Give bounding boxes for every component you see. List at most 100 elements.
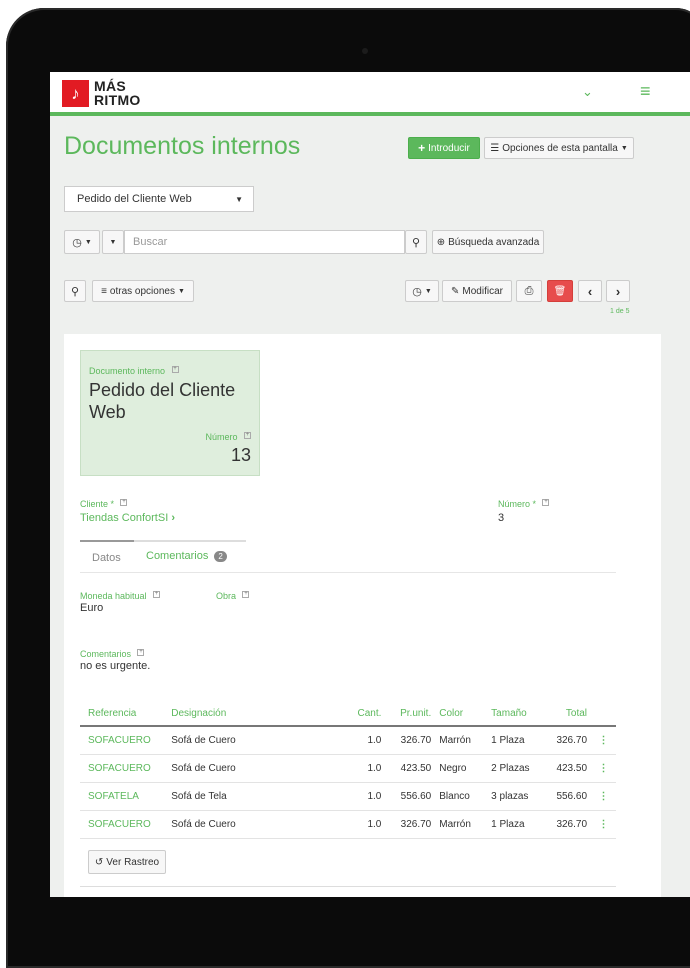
otras-opciones-button[interactable]: ≡ otras opciones ▼ (92, 280, 194, 302)
zoom-button[interactable]: ⚲ (64, 280, 86, 302)
filter-dropdown-button[interactable]: ▼ (102, 230, 124, 254)
expand-icon[interactable]: + (120, 499, 128, 507)
numero-label-row: Número * + (498, 494, 550, 512)
caret-down-icon: ▼ (620, 144, 628, 152)
search-input[interactable]: Buscar (124, 230, 405, 254)
cell-designacion: Sofá de Tela (167, 782, 344, 811)
tab-datos[interactable]: Datos (92, 552, 121, 564)
tabs-divider (80, 572, 616, 573)
cell-designacion: Sofá de Cuero (167, 726, 344, 755)
caret-down-icon: ▼ (109, 238, 117, 246)
history-dropdown-button[interactable]: ◷ ▼ (64, 230, 100, 254)
table-row[interactable]: SOFACUERO Sofá de Cuero 1.0 326.70 Marrón 1 P… (80, 726, 616, 755)
row-menu-icon[interactable]: ⋮ (591, 810, 616, 839)
brand-line-1: MÁS (94, 78, 127, 94)
screen-options-label: Opciones de esta pantalla (502, 142, 618, 154)
col-prunit[interactable]: Pr.unit. (385, 702, 436, 727)
advanced-search-label: Búsqueda avanzada (448, 236, 540, 248)
col-color[interactable]: Color (435, 702, 488, 727)
tile-title-line-1: Pedido del Cliente (89, 380, 236, 400)
table-row[interactable]: SOFACUERO Sofá de Cuero 1.0 326.70 Marrón 1 P… (80, 810, 616, 839)
list-icon: ☰ (490, 142, 500, 154)
tile-label: Documento interno (89, 366, 166, 376)
cliente-link[interactable]: Tiendas ConfortSI › (80, 512, 175, 524)
cell-tamano: 3 plazas (487, 782, 546, 811)
introducir-button[interactable]: + Introducir (408, 137, 480, 159)
expand-icon[interactable]: + (244, 432, 251, 440)
delete-button[interactable]: 🗑 (547, 280, 573, 302)
cell-referencia[interactable]: SOFATELA (80, 782, 168, 811)
zoom-icon: ⚲ (70, 285, 80, 298)
actions-dropdown-button[interactable]: ◷ ▼ (405, 280, 439, 302)
otras-opciones-label: otras opciones (109, 285, 175, 297)
search-button[interactable]: ⚲ (405, 230, 427, 254)
bottom-divider (80, 886, 616, 887)
expand-icon[interactable]: + (542, 499, 550, 507)
expand-icon[interactable]: + (137, 649, 145, 657)
cell-prunit: 423.50 (385, 754, 436, 783)
expand-icon[interactable]: + (153, 591, 161, 599)
zoom-plus-icon: ⊕ (436, 236, 446, 248)
hamburger-menu-icon[interactable]: ≡ (640, 81, 651, 102)
camera-dot (362, 48, 368, 54)
numero-label: Número * (498, 499, 537, 509)
table-row[interactable]: SOFATELA Sofá de Tela 1.0 556.60 Blanco 3 pla… (80, 782, 616, 811)
comentarios-count-badge: 2 (214, 551, 227, 562)
previous-button[interactable]: ‹ (578, 280, 602, 302)
cliente-label: Cliente * (80, 499, 115, 509)
cell-total: 326.70 (545, 810, 592, 839)
modificar-button[interactable]: ✎ Modificar (442, 280, 512, 302)
tile-numero-label: Número (205, 432, 238, 442)
top-bar: ♪ MÁS RITMO ⌄ ≡ (50, 72, 690, 116)
tab-comentarios-label: Comentarios (146, 550, 209, 562)
row-menu-icon[interactable]: ⋮ (591, 754, 616, 783)
advanced-search-button[interactable]: ⊕ Búsqueda avanzada (432, 230, 544, 254)
col-tamano[interactable]: Tamaño (487, 702, 546, 727)
clock-icon: ◷ (72, 236, 82, 249)
col-total[interactable]: Total (545, 702, 592, 727)
ver-rastreo-button[interactable]: ↺ Ver Rastreo (88, 850, 166, 874)
col-actions (591, 702, 616, 727)
next-button[interactable]: › (606, 280, 630, 302)
expand-icon[interactable]: + (242, 591, 250, 599)
row-menu-icon[interactable]: ⋮ (591, 726, 616, 755)
row-menu-icon[interactable]: ⋮ (591, 782, 616, 811)
expand-icon[interactable]: + (171, 366, 179, 374)
table-row[interactable]: SOFACUERO Sofá de Cuero 1.0 423.50 Negro 2 Pl… (80, 754, 616, 783)
cell-color: Marrón (435, 726, 488, 755)
obra-label: Obra (216, 591, 237, 601)
brand-logo-icon[interactable]: ♪ (62, 80, 89, 107)
col-referencia[interactable]: Referencia (80, 702, 168, 727)
search-icon: ⚲ (411, 236, 421, 249)
document-type-select[interactable]: Pedido del Cliente Web ▼ (64, 186, 254, 212)
cell-referencia[interactable]: SOFACUERO (80, 810, 168, 839)
chevron-down-icon[interactable]: ⌄ (582, 84, 593, 100)
document-card: Documento interno + Pedido del Cliente W… (64, 334, 661, 897)
app-screen: ♪ MÁS RITMO ⌄ ≡ Documentos internos + In… (50, 72, 690, 897)
tabs-active-indicator (80, 540, 134, 542)
moneda-value: Euro (80, 602, 104, 614)
screen-options-button[interactable]: ☰ Opciones de esta pantalla ▼ (484, 137, 634, 159)
lines-table: Referencia Designación Cant. Pr.unit. Co… (80, 702, 616, 839)
table-header-row: Referencia Designación Cant. Pr.unit. Co… (80, 702, 616, 727)
numero-value: 3 (498, 512, 505, 524)
clock-icon: ◷ (412, 285, 422, 298)
undo-icon: ↺ (94, 856, 104, 868)
document-tile: Documento interno + Pedido del Cliente W… (80, 350, 260, 476)
tab-comentarios[interactable]: Comentarios 2 (146, 550, 227, 562)
introducir-label: Introducir (428, 142, 470, 154)
search-placeholder: Buscar (133, 236, 168, 248)
cell-designacion: Sofá de Cuero (167, 754, 344, 783)
brand-line-2: RITMO (94, 92, 141, 108)
printer-icon: ⎙ (524, 284, 534, 297)
trash-icon: 🗑 (553, 285, 567, 297)
cell-referencia[interactable]: SOFACUERO (80, 754, 168, 783)
cell-referencia[interactable]: SOFACUERO (80, 726, 168, 755)
print-button[interactable]: ⎙ (516, 280, 542, 302)
edit-icon: ✎ (451, 285, 460, 297)
tile-title: Pedido del Cliente Web (89, 379, 235, 423)
col-designacion[interactable]: Designación (167, 702, 344, 727)
document-type-value: Pedido del Cliente Web (77, 193, 192, 205)
col-cant[interactable]: Cant. (343, 702, 386, 727)
brand-name[interactable]: MÁS RITMO (94, 79, 141, 107)
